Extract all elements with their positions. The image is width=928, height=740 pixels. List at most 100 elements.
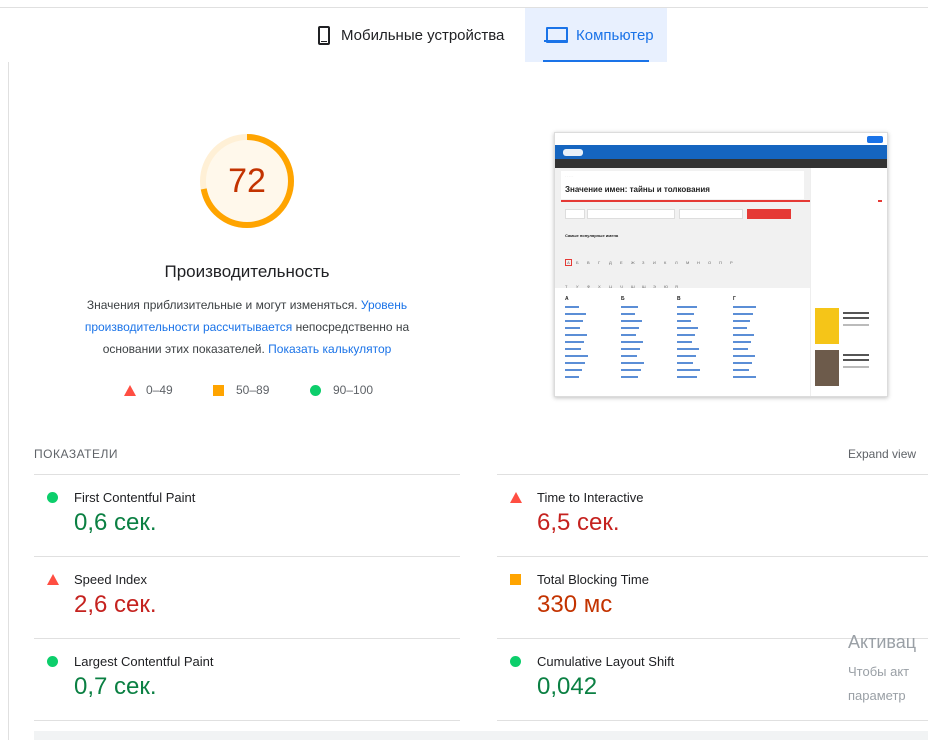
legend-fail: 0–49 bbox=[124, 383, 173, 397]
square-icon bbox=[213, 384, 224, 396]
thumb-letter: Б bbox=[576, 260, 579, 265]
calculator-link[interactable]: Показать калькулятор bbox=[268, 342, 391, 356]
thumb-letter: К bbox=[664, 260, 667, 265]
thumb-search-button bbox=[747, 209, 791, 219]
thumb-name-link bbox=[621, 376, 638, 378]
thumb-name-link bbox=[677, 355, 696, 357]
activation-watermark-line: Чтобы акт bbox=[848, 664, 910, 679]
performance-gauge: 72 bbox=[199, 133, 295, 229]
performance-description: Значения приблизительные и могут изменят… bbox=[62, 294, 432, 360]
pass-circle-icon bbox=[47, 492, 58, 503]
thumb-name-link bbox=[733, 313, 753, 315]
thumb-name-link bbox=[565, 362, 585, 364]
thumb-name-link bbox=[621, 362, 644, 364]
thumb-logo bbox=[563, 148, 583, 156]
thumb-name-link bbox=[621, 327, 639, 329]
thumb-name-link bbox=[565, 376, 579, 378]
fail-triangle-icon bbox=[47, 574, 59, 585]
thumb-heading: Значение имен: тайны и толкования bbox=[565, 185, 710, 194]
thumb-name-link bbox=[677, 334, 695, 336]
thumb-letter: Д bbox=[609, 260, 612, 265]
thumb-letter: М bbox=[686, 260, 690, 265]
metric-label: First Contentful Paint bbox=[74, 490, 196, 505]
thumb-name-link bbox=[677, 369, 700, 371]
thumb-name-link bbox=[677, 362, 693, 364]
metric-value: 0,6 сек. bbox=[74, 509, 157, 536]
thumb-name-link bbox=[677, 341, 692, 343]
average-square-icon bbox=[510, 574, 521, 585]
metric-value: 330 мс bbox=[537, 591, 613, 618]
thumb-ad-1-line bbox=[843, 324, 869, 326]
thumb-name-column: Б bbox=[621, 296, 651, 383]
thumb-column-letter: Б bbox=[621, 296, 625, 302]
bottom-panel bbox=[34, 731, 928, 740]
thumb-name-link bbox=[733, 369, 749, 371]
thumb-name-link bbox=[733, 320, 750, 322]
thumb-ad-1-image bbox=[815, 308, 839, 344]
thumb-name-link bbox=[621, 341, 643, 343]
phone-icon bbox=[318, 25, 330, 45]
thumb-name-link bbox=[733, 334, 754, 336]
legend-average: 50–89 bbox=[213, 383, 269, 397]
thumb-name-link bbox=[733, 327, 747, 329]
thumb-name-link bbox=[733, 376, 756, 378]
thumb-column-letter: А bbox=[565, 296, 569, 302]
metric-label: Speed Index bbox=[74, 572, 148, 587]
thumb-letter: А bbox=[565, 259, 572, 266]
metric-divider bbox=[34, 638, 460, 639]
legend-pass-label: 90–100 bbox=[333, 383, 374, 397]
thumb-letter: И bbox=[653, 260, 656, 265]
thumb-name-link bbox=[621, 369, 641, 371]
thumb-name-link bbox=[621, 334, 636, 336]
triangle-icon bbox=[124, 384, 136, 396]
thumb-letter: Р bbox=[730, 260, 733, 265]
thumb-name-link bbox=[733, 306, 756, 308]
activation-watermark-line: параметр bbox=[848, 688, 906, 703]
device-tabs: Мобильные устройства Компьютер bbox=[0, 8, 928, 62]
left-divider bbox=[8, 62, 9, 740]
thumb-name-link bbox=[677, 327, 698, 329]
thumb-name-link bbox=[733, 362, 752, 364]
thumb-ad-2-image bbox=[815, 350, 839, 386]
tab-desktop[interactable]: Компьютер bbox=[525, 8, 667, 62]
metric-divider bbox=[34, 720, 460, 721]
thumb-sidebar bbox=[810, 168, 878, 396]
thumb-letter: Ж bbox=[631, 260, 635, 265]
thumb-letter: В bbox=[587, 260, 590, 265]
pass-circle-icon bbox=[47, 656, 58, 667]
metric-value: 0,7 сек. bbox=[74, 673, 157, 700]
thumb-field-1 bbox=[565, 209, 585, 219]
thumb-name-link bbox=[733, 355, 755, 357]
legend-pass: 90–100 bbox=[310, 383, 373, 397]
thumb-name-link bbox=[565, 327, 580, 329]
thumb-nav bbox=[555, 145, 887, 159]
thumb-popular: Самые популярные имена bbox=[565, 233, 619, 238]
metric-divider bbox=[497, 556, 928, 557]
tab-mobile-label: Мобильные устройства bbox=[341, 26, 505, 44]
metric-divider bbox=[497, 474, 928, 475]
thumb-name-link bbox=[565, 313, 586, 315]
thumb-name-link bbox=[565, 348, 581, 350]
metric-value: 2,6 сек. bbox=[74, 591, 157, 618]
thumb-ad-2-line bbox=[843, 354, 869, 356]
page-screenshot-thumbnail[interactable]: · · · · · Значение имен: тайны и толкова… bbox=[554, 132, 888, 397]
thumb-name-link bbox=[565, 306, 579, 308]
tab-mobile[interactable]: Мобильные устройства bbox=[318, 8, 524, 62]
thumb-name-link bbox=[565, 341, 584, 343]
thumb-search bbox=[565, 209, 805, 222]
thumb-name-link bbox=[565, 355, 588, 357]
thumb-letter: Г bbox=[598, 260, 601, 265]
desc-text-1: Значения приблизительные и могут изменят… bbox=[86, 298, 361, 312]
thumb-ad-2-line bbox=[843, 366, 869, 368]
performance-score: 72 bbox=[228, 162, 266, 200]
thumb-letter: О bbox=[708, 260, 712, 265]
thumb-name-link bbox=[621, 320, 642, 322]
expand-view-toggle[interactable]: Expand view bbox=[848, 447, 916, 461]
thumb-ad-1-line bbox=[843, 312, 869, 314]
circle-icon bbox=[310, 384, 321, 396]
thumb-name-link bbox=[621, 313, 635, 315]
thumb-name-link bbox=[677, 320, 691, 322]
performance-title: Производительность bbox=[164, 262, 330, 281]
metric-value: 0,042 bbox=[537, 673, 598, 700]
thumb-name-columns: А Б В Г bbox=[555, 288, 810, 396]
